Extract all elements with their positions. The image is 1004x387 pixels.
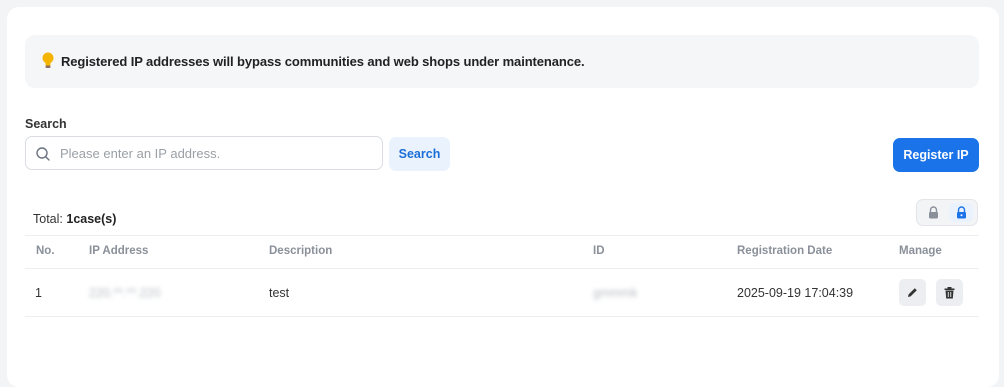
search-input[interactable] <box>60 137 370 169</box>
lightbulb-icon <box>42 52 54 68</box>
trash-icon <box>944 286 955 298</box>
column-header-no: No. <box>36 245 55 257</box>
lock-toggle-option-locked[interactable] <box>949 203 973 222</box>
column-header-description: Description <box>269 245 333 257</box>
lock-icon <box>956 206 966 219</box>
total-label: Total: <box>33 212 63 226</box>
edit-button[interactable] <box>899 279 926 306</box>
pencil-icon <box>908 288 917 297</box>
cell-id: gmmmk <box>593 286 638 300</box>
search-field[interactable] <box>25 136 383 170</box>
column-header-id: ID <box>593 245 605 257</box>
search-button[interactable]: Search <box>389 137 450 171</box>
register-ip-button[interactable]: Register IP <box>893 138 979 172</box>
column-header-manage: Manage <box>899 245 942 257</box>
delete-button[interactable] <box>936 279 963 306</box>
total-value: 1case(s) <box>66 212 117 226</box>
total-count: Total: 1case(s) <box>33 212 116 226</box>
notice-banner: Registered IP addresses will bypass comm… <box>25 35 979 88</box>
lock-toggle <box>916 199 978 226</box>
cell-date: 2025-09-19 17:04:39 <box>737 286 854 300</box>
table-header: No. IP Address Description ID Registrati… <box>25 235 979 269</box>
cell-no: 1 <box>35 286 42 300</box>
lock-icon <box>928 206 938 219</box>
notice-text: Registered IP addresses will bypass comm… <box>61 54 585 69</box>
cell-description: test <box>269 286 290 300</box>
search-label: Search <box>25 117 67 131</box>
search-icon <box>36 147 50 161</box>
column-header-ip: IP Address <box>89 245 149 257</box>
column-header-date: Registration Date <box>737 245 833 257</box>
lock-toggle-option-unlocked[interactable] <box>921 203 945 222</box>
table-row: 1 220.**.**.220 test gmmmk 2025-09-19 17… <box>25 268 979 317</box>
cell-ip: 220.**.**.220 <box>89 286 161 300</box>
